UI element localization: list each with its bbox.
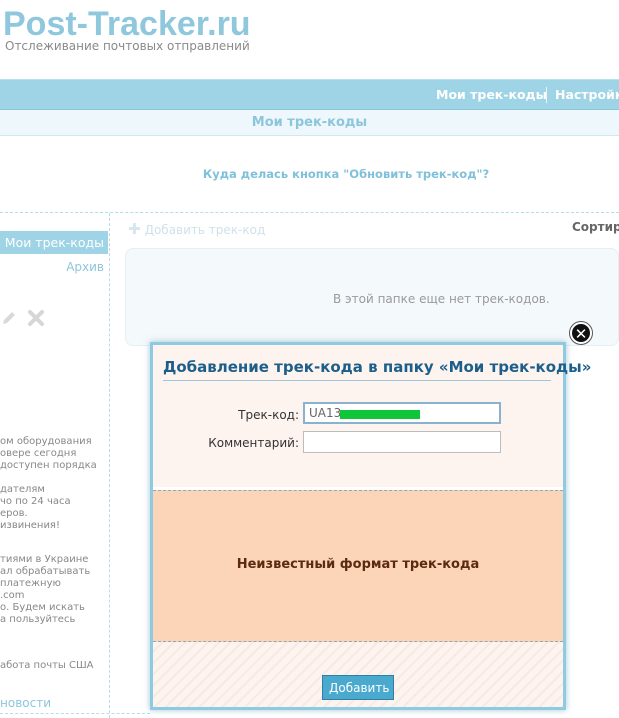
- news-paragraph: абота почты США: [0, 660, 108, 672]
- nav-item-settings[interactable]: Настройки: [555, 80, 619, 109]
- news-line: ом оборудования: [0, 436, 92, 447]
- site-tagline: Отслеживание почтовых отправлений: [5, 39, 250, 53]
- news-line: абота почты США: [0, 660, 94, 671]
- page-title: Мои трек-коды: [251, 115, 368, 130]
- news-paragraph: ом оборудования овере сегодня доступен п…: [0, 436, 108, 472]
- page-title-bar: Мои трек-коды: [0, 110, 619, 136]
- dialog-title: Добавление трек-кода в папку «Мои трек-к…: [163, 358, 591, 381]
- close-icon[interactable]: ✕: [570, 322, 592, 344]
- news-line: извинения!: [0, 520, 60, 531]
- top-nav: Мои трек-коды Настройки: [0, 79, 619, 110]
- add-track-dialog: Добавление трек-кода в папку «Мои трек-к…: [150, 342, 591, 710]
- news-line: дателям: [0, 484, 45, 495]
- redacted-track-code: [340, 410, 420, 419]
- sidebar-news-link[interactable]: новости: [0, 696, 51, 710]
- news-line: платежную: [0, 578, 61, 589]
- news-paragraph: дателям чо по 24 часа еров. извинения!: [0, 484, 108, 532]
- comment-input[interactable]: [303, 431, 501, 453]
- sidebar-divider: [109, 213, 110, 718]
- news-line: доступен порядка: [0, 460, 97, 471]
- news-line: а пользуйтесь: [0, 614, 76, 625]
- content-bottom-divider: [0, 713, 150, 714]
- news-line: чо по 24 часа: [0, 496, 71, 507]
- track-code-label: Трек-код:: [238, 408, 299, 422]
- dialog-form-area: Добавление трек-кода в папку «Мои трек-к…: [153, 345, 591, 487]
- site-logo[interactable]: Post-Tracker.ru: [3, 4, 251, 44]
- news-line: тиями в Украине: [0, 554, 89, 565]
- add-track-link[interactable]: ✚ Добавить трек-код: [128, 220, 265, 238]
- add-button[interactable]: Добавить: [322, 675, 394, 700]
- news-line: .com: [0, 590, 25, 601]
- news-paragraph: тиями в Украине ал обрабатывать платежну…: [0, 554, 108, 626]
- empty-folder-message: В этой папке еще нет трек-кодов.: [333, 292, 550, 306]
- news-line: еров.: [0, 508, 28, 519]
- sidebar-folder-archive[interactable]: Архив: [60, 260, 104, 274]
- nav-item-my-tracks[interactable]: Мои трек-коды: [436, 80, 547, 109]
- comment-label: Комментарий:: [208, 436, 299, 450]
- add-track-label: Добавить трек-код: [144, 223, 266, 237]
- sort-label[interactable]: Сортир: [572, 220, 619, 234]
- update-button-notice-link[interactable]: Куда делась кнопка "Обновить трек-код"?: [0, 167, 619, 181]
- pencil-icon[interactable]: [0, 309, 18, 327]
- delete-icon[interactable]: [27, 309, 45, 327]
- nav-separator: [546, 87, 547, 103]
- plus-icon: ✚: [128, 220, 141, 238]
- error-panel: Неизвестный формат трек-кода: [153, 490, 563, 642]
- error-message: Неизвестный формат трек-кода: [236, 557, 480, 572]
- news-line: ал обрабатывать: [0, 566, 91, 577]
- news-line: о. Будем искать: [0, 602, 85, 613]
- news-line: овере сегодня: [0, 448, 77, 459]
- content-top-divider: [0, 212, 619, 213]
- sidebar-folder-my-tracks[interactable]: Мои трек-коды: [0, 231, 108, 254]
